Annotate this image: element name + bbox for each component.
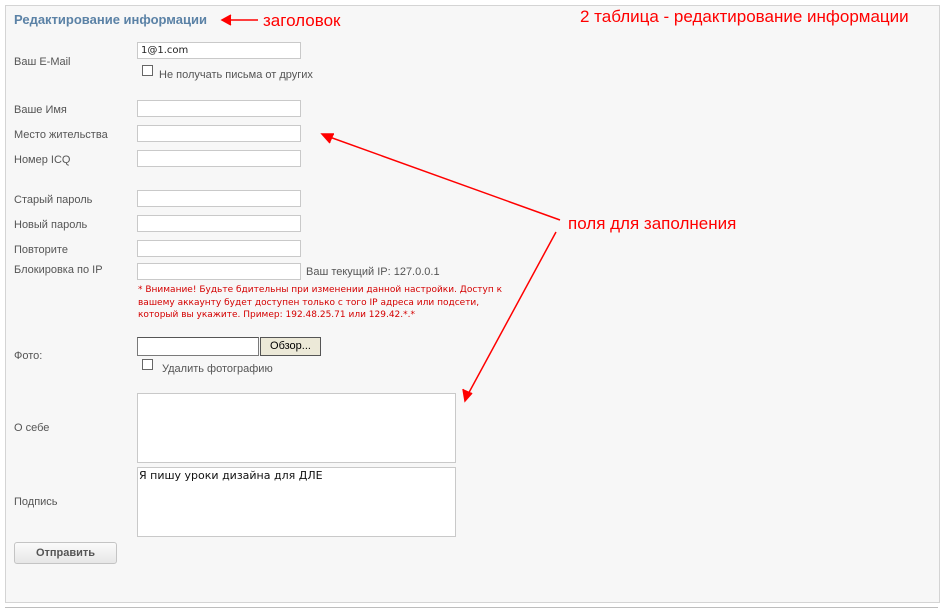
- arrow-to-textarea: [462, 231, 557, 403]
- annotation-arrows: [220, 14, 561, 403]
- arrow-to-title: [220, 14, 258, 26]
- arrow-to-fields: [320, 133, 561, 221]
